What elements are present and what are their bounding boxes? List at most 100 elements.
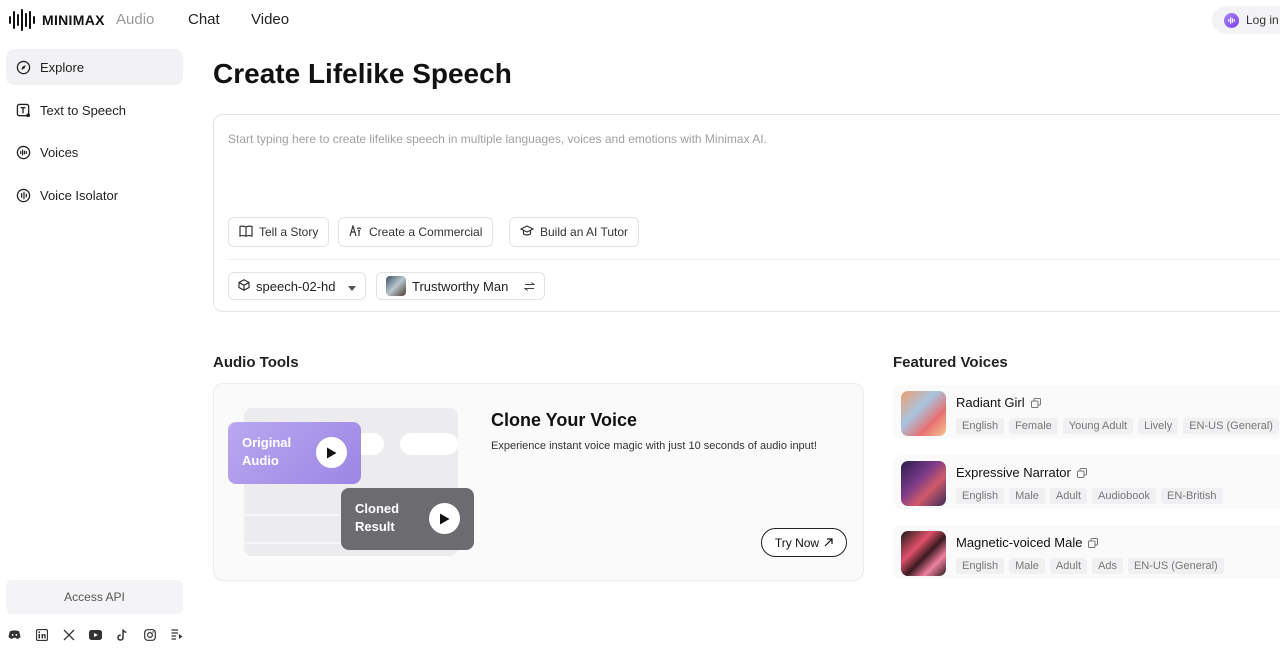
tiktok-icon[interactable] [116,628,129,641]
login-button[interactable]: Log in [1212,6,1280,34]
voice-tag: English [956,488,1005,504]
voice-select[interactable]: Trustworthy Man [376,272,546,300]
sidebar-item-label: Text to Speech [40,102,126,118]
voice-tag: English [956,558,1005,574]
nav-chat[interactable]: Chat [188,11,220,28]
sidebar-item-label: Voice Isolator [40,187,119,203]
arrow-up-right-icon [824,538,833,547]
feed-icon[interactable] [170,628,183,641]
copy-icon[interactable] [1076,467,1087,478]
voice-name-text: Radiant Girl [956,395,1025,410]
voice-row-expressive-narrator[interactable]: Expressive Narrator English Male Adult A… [893,455,1280,509]
prompt-create-a-commercial[interactable]: Create a Commercial [338,217,494,247]
prompt-label: Create a Commercial [369,225,483,239]
voice-avatar [901,531,946,576]
voice-tag: Adult [1049,558,1087,574]
voice-row-magnetic-voiced-male[interactable]: Magnetic-voiced Male English Male Adult … [893,525,1280,579]
voice-name-text: Magnetic-voiced Male [956,535,1083,550]
clone-description: Experience instant voice magic with just… [491,440,817,452]
voice-avatar [901,391,946,436]
voice-name: Magnetic-voiced Male [956,535,1099,550]
editor-placeholder[interactable]: Start typing here to create lifelike spe… [228,132,767,146]
voice-tag: Female [1009,418,1058,434]
voice-tag: English [956,418,1005,434]
cloned-result-label: Cloned Result [355,501,400,534]
voice-tag: Ads [1092,558,1123,574]
compass-icon [16,60,31,75]
cube-icon [238,278,250,294]
play-icon [440,513,450,524]
prompt-build-an-ai-tutor[interactable]: Build an AI Tutor [509,217,640,247]
nav-video[interactable]: Video [251,11,289,28]
voice-name: Expressive Narrator [956,465,1087,480]
model-value: speech-02-hd [256,278,336,294]
voice-tag: EN-US (General) [1183,418,1279,434]
top-bar: MINIMAX Audio Chat Video Log in [0,0,1280,40]
audio-tools-heading: Audio Tools [213,354,299,371]
voice-avatar [386,276,406,296]
discord-icon[interactable] [8,628,21,641]
copy-icon[interactable] [1088,537,1099,548]
original-audio-card: Original Audio [228,422,361,484]
instagram-icon[interactable] [143,628,156,641]
voice-tag: Adult [1049,488,1087,504]
voice-tag: EN-British [1161,488,1223,504]
try-now-label: Try Now [774,535,820,550]
voice-tag: Audiobook [1092,488,1156,504]
voice-tags: English Male Adult Ads EN-US (General) [956,558,1224,574]
play-original-button[interactable] [316,437,347,468]
voice-tag: Lively [1138,418,1179,434]
graduation-cap-icon [519,224,535,240]
text-to-speech-icon [16,103,31,118]
sidebar-item-label: Voices [40,144,79,160]
swap-icon [523,279,536,294]
x-icon[interactable] [62,628,75,641]
sidebar-item-label: Explore [40,59,85,75]
voice-tags: English Female Young Adult Lively EN-US … [956,418,1279,434]
voice-name-text: Expressive Narrator [956,465,1071,480]
original-audio-label: Original Audio [242,435,292,468]
copy-icon[interactable] [1030,397,1041,408]
social-links [8,628,183,641]
chevron-down-icon [347,279,356,294]
try-now-button[interactable]: Try Now [761,528,847,557]
login-label: Log in [1246,13,1279,27]
speech-editor[interactable]: Start typing here to create lifelike spe… [213,114,1280,312]
page-title: Create Lifelike Speech [213,58,512,89]
prompt-label: Tell a Story [259,225,319,239]
model-select[interactable]: speech-02-hd [228,272,366,300]
sidebar-item-voice-isolator[interactable]: Voice Isolator [6,177,183,213]
cloned-result-card: Cloned Result [341,488,474,550]
commercial-icon [349,223,363,240]
sidebar-item-text-to-speech[interactable]: Text to Speech [6,92,183,128]
clone-voice-card[interactable]: Original Audio Cloned Result Clone Your … [213,383,864,581]
sidebar-item-explore[interactable]: Explore [6,49,183,85]
voice-tag: Young Adult [1062,418,1134,434]
book-icon [239,225,253,240]
linkedin-icon[interactable] [35,628,48,641]
voices-icon [16,145,31,160]
voice-tag: Male [1009,558,1045,574]
voice-row-radiant-girl[interactable]: Radiant Girl English Female Young Adult … [893,385,1280,439]
play-cloned-button[interactable] [429,503,460,534]
logo-text: MINIMAX [42,12,105,28]
voice-tags: English Male Adult Audiobook EN-British [956,488,1223,504]
editor-divider [228,259,1280,260]
nav-audio[interactable]: Audio [116,11,154,28]
illustration-bar [400,433,458,455]
voice-tag: EN-US (General) [1127,558,1224,574]
waveform-logo-icon [9,9,35,31]
youtube-icon[interactable] [89,628,102,641]
voice-name: Radiant Girl [956,395,1041,410]
clone-title: Clone Your Voice [491,410,638,430]
voice-value: Trustworthy Man [412,278,509,294]
login-avatar-icon [1224,12,1239,28]
voice-isolator-icon [16,188,31,203]
voice-avatar [901,461,946,506]
access-api-button[interactable]: Access API [6,580,183,614]
voice-tag: Male [1009,488,1045,504]
prompt-label: Build an AI Tutor [540,225,629,239]
logo[interactable]: MINIMAX [8,8,105,32]
sidebar-item-voices[interactable]: Voices [6,134,183,170]
prompt-tell-a-story[interactable]: Tell a Story [228,217,330,247]
